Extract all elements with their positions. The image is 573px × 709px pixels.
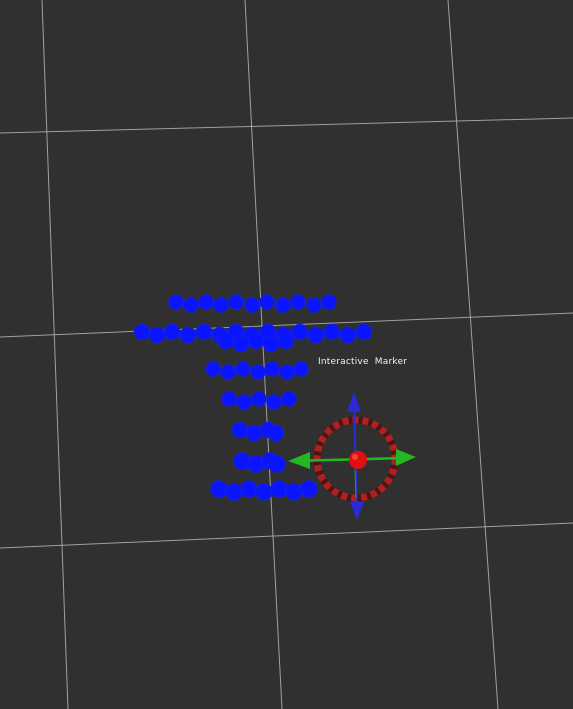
point-sphere (245, 424, 263, 442)
point-cloud (133, 294, 373, 501)
point-sphere (355, 323, 373, 341)
point-sphere (235, 361, 251, 377)
point-sphere (262, 335, 280, 353)
point-sphere (267, 424, 285, 442)
point-sphere (281, 391, 297, 407)
point-sphere (236, 394, 252, 410)
point-sphere (205, 361, 221, 377)
point-sphere (228, 294, 244, 310)
point-sphere (293, 361, 309, 377)
point-sphere (291, 323, 309, 341)
z-axis-up-arrow-icon[interactable] (347, 392, 361, 412)
point-sphere (307, 326, 325, 344)
point-sphere (247, 332, 265, 350)
point-sphere (179, 326, 197, 344)
point-sphere (277, 332, 295, 350)
point-sphere (251, 391, 267, 407)
point-sphere (221, 391, 237, 407)
point-sphere (266, 394, 282, 410)
3d-viewport[interactable]: Interactive Marker (0, 0, 573, 709)
point-sphere (321, 294, 337, 310)
grid-line (0, 117, 573, 134)
point-sphere (259, 294, 275, 310)
point-sphere (270, 480, 288, 498)
point-sphere (240, 480, 258, 498)
ground-grid (0, 0, 573, 709)
z-axis-down-arrow-icon[interactable] (350, 502, 364, 520)
point-sphere (285, 483, 303, 501)
point-sphere (195, 323, 213, 341)
point-sphere (339, 326, 357, 344)
point-sphere (306, 297, 322, 313)
point-sphere (244, 297, 260, 313)
point-sphere (225, 483, 243, 501)
point-sphere (210, 480, 228, 498)
point-sphere (168, 294, 184, 310)
point-sphere (250, 364, 266, 380)
x-axis-left-arrow-icon[interactable] (288, 452, 310, 469)
point-sphere (275, 297, 291, 313)
marker-center-highlight (352, 454, 358, 460)
point-sphere (268, 455, 286, 473)
interactive-marker[interactable] (288, 392, 416, 520)
point-sphere (163, 323, 181, 341)
point-sphere (217, 332, 235, 350)
point-sphere (323, 323, 341, 341)
point-sphere (279, 364, 295, 380)
point-sphere (290, 294, 306, 310)
point-sphere (231, 421, 249, 439)
grid-line (447, 0, 499, 709)
grid-line (41, 0, 69, 709)
point-sphere (213, 297, 229, 313)
marker-label: Interactive Marker (318, 357, 408, 367)
point-sphere (232, 335, 250, 353)
point-sphere (198, 294, 214, 310)
point-sphere (300, 480, 318, 498)
point-sphere (255, 483, 273, 501)
grid-line (244, 0, 283, 709)
point-sphere (183, 297, 199, 313)
grid-line (0, 522, 573, 549)
point-sphere (220, 364, 236, 380)
point-sphere (148, 326, 166, 344)
x-axis-right-arrow-icon[interactable] (396, 449, 416, 466)
marker-center[interactable] (349, 451, 367, 469)
scene-canvas[interactable] (0, 0, 573, 709)
point-sphere (264, 361, 280, 377)
point-sphere (133, 323, 151, 341)
